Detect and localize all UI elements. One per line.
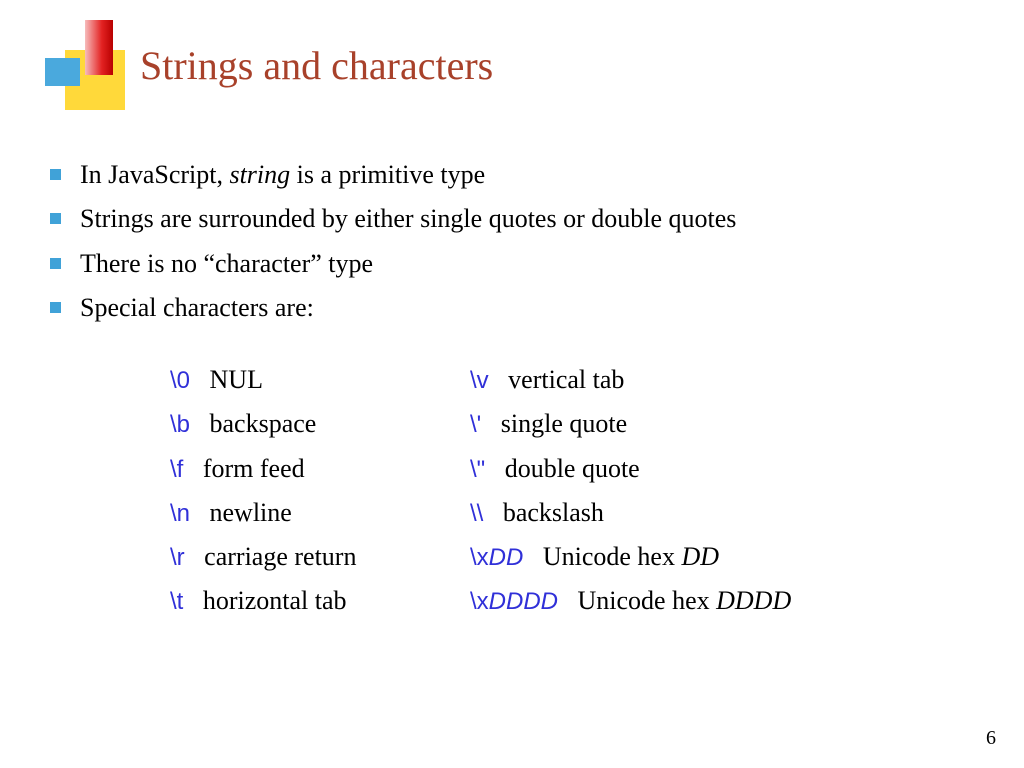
- escape-desc: backspace: [210, 409, 317, 438]
- escape-code: \": [470, 456, 485, 483]
- escape-code: \xDDDD: [470, 588, 558, 615]
- code-italic: DD: [489, 544, 524, 571]
- bullet-text: is a primitive type: [290, 160, 485, 189]
- slide-title: Strings and characters: [140, 42, 493, 89]
- table-row: \b backspace \' single quote: [170, 402, 984, 446]
- escape-desc: vertical tab: [508, 365, 624, 394]
- bullet-italic: string: [229, 160, 290, 189]
- table-cell: \r carriage return: [170, 535, 470, 579]
- table-cell: \t horizontal tab: [170, 579, 470, 623]
- escape-desc: Unicode hex DD: [543, 542, 719, 571]
- table-row: \f form feed \" double quote: [170, 447, 984, 491]
- escape-desc: horizontal tab: [203, 586, 347, 615]
- escape-desc: single quote: [501, 409, 627, 438]
- table-cell: \0 NUL: [170, 358, 470, 402]
- escape-code: \0: [170, 367, 190, 394]
- escape-code: \xDD: [470, 544, 523, 571]
- table-row: \t horizontal tab \xDDDD Unicode hex DDD…: [170, 579, 984, 623]
- escape-desc: carriage return: [204, 542, 356, 571]
- page-number: 6: [986, 727, 996, 750]
- escape-desc: newline: [210, 498, 292, 527]
- code-italic: DDDD: [489, 588, 558, 615]
- code-part: \x: [470, 588, 489, 615]
- bullet-text: There is no “character” type: [80, 249, 373, 278]
- slide-content: In JavaScript, string is a primitive typ…: [50, 155, 984, 623]
- special-characters-table: \0 NUL \v vertical tab \b backspace \' s…: [170, 358, 984, 623]
- table-cell: \xDD Unicode hex DD: [470, 535, 719, 579]
- table-cell: \n newline: [170, 491, 470, 535]
- escape-code: \': [470, 411, 481, 438]
- escape-code: \v: [470, 367, 489, 394]
- desc-part: Unicode hex: [578, 586, 717, 615]
- table-cell: \" double quote: [470, 447, 640, 491]
- escape-desc: backslash: [503, 498, 604, 527]
- escape-desc: NUL: [210, 365, 263, 394]
- desc-italic: DDDD: [716, 586, 791, 615]
- table-cell: \f form feed: [170, 447, 470, 491]
- escape-code: \b: [170, 411, 190, 438]
- escape-code: \n: [170, 500, 190, 527]
- bullet-item: Strings are surrounded by either single …: [50, 199, 984, 239]
- code-part: \x: [470, 544, 489, 571]
- table-row: \r carriage return \xDD Unicode hex DD: [170, 535, 984, 579]
- escape-desc: Unicode hex DDDD: [578, 586, 792, 615]
- table-cell: \b backspace: [170, 402, 470, 446]
- escape-desc: form feed: [203, 454, 305, 483]
- table-row: \0 NUL \v vertical tab: [170, 358, 984, 402]
- desc-part: Unicode hex: [543, 542, 682, 571]
- decor-blue-square: [45, 58, 80, 86]
- table-cell: \\ backslash: [470, 491, 604, 535]
- table-cell: \' single quote: [470, 402, 627, 446]
- desc-italic: DD: [681, 542, 719, 571]
- escape-code: \r: [170, 544, 185, 571]
- table-cell: \v vertical tab: [470, 358, 624, 402]
- bullet-text: In JavaScript,: [80, 160, 229, 189]
- bullet-text: Strings are surrounded by either single …: [80, 204, 736, 233]
- escape-desc: double quote: [505, 454, 640, 483]
- table-row: \n newline \\ backslash: [170, 491, 984, 535]
- table-cell: \xDDDD Unicode hex DDDD: [470, 579, 791, 623]
- escape-code: \f: [170, 456, 183, 483]
- escape-code: \t: [170, 588, 183, 615]
- bullet-item: There is no “character” type: [50, 244, 984, 284]
- escape-code: \\: [470, 500, 483, 527]
- bullet-text: Special characters are:: [80, 293, 314, 322]
- decor-red-bar: [85, 20, 113, 75]
- slide-decoration: [45, 20, 135, 100]
- bullet-list: In JavaScript, string is a primitive typ…: [50, 155, 984, 328]
- bullet-item: Special characters are:: [50, 288, 984, 328]
- bullet-item: In JavaScript, string is a primitive typ…: [50, 155, 984, 195]
